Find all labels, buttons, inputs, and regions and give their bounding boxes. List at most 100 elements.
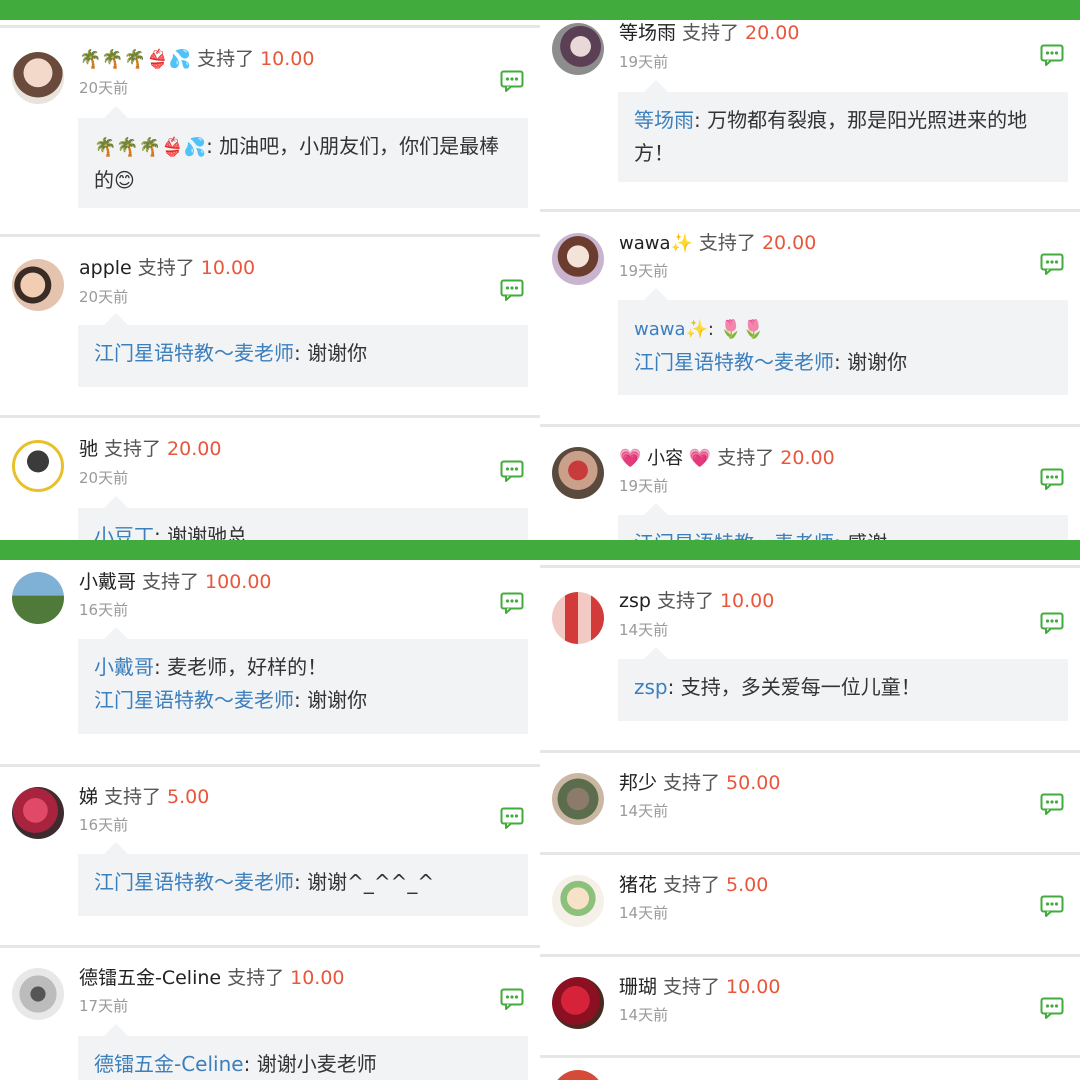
timestamp: 19天前 bbox=[619, 477, 669, 495]
message-user[interactable]: 小戴哥 bbox=[94, 655, 154, 679]
comment-bubble: zsp: 支持，多关爱每一位儿童！ bbox=[618, 647, 1068, 721]
supported-label: 支持了 bbox=[698, 232, 756, 254]
timestamp: 14天前 bbox=[619, 904, 669, 922]
timestamp: 20天前 bbox=[79, 79, 129, 97]
supported-label: 支持了 bbox=[682, 22, 740, 44]
message-user[interactable]: 🌴🌴🌴👙💦 bbox=[94, 137, 206, 158]
amount: 20.00 bbox=[780, 447, 835, 469]
supported-label: 支持了 bbox=[663, 976, 721, 998]
comment-card: apple 支持了 10.00 20天前 江门星语特教～麦老师: 谢谢你 bbox=[0, 237, 540, 415]
user-name[interactable]: zsp bbox=[619, 590, 651, 612]
green-top-bar bbox=[0, 540, 540, 560]
comment-icon[interactable] bbox=[1040, 253, 1064, 275]
comment-bubble: 德镭五金-Celine: 谢谢小麦老师 bbox=[78, 1024, 528, 1080]
comment-icon[interactable] bbox=[500, 70, 524, 92]
timestamp: 20天前 bbox=[79, 469, 129, 487]
avatar[interactable] bbox=[552, 1070, 604, 1080]
message-text: : 支持，多关爱每一位儿童！ bbox=[667, 675, 921, 699]
message-user[interactable]: 等场雨 bbox=[634, 108, 694, 132]
timestamp: 16天前 bbox=[79, 601, 129, 619]
comment-icon[interactable] bbox=[500, 988, 524, 1010]
avatar[interactable] bbox=[12, 52, 64, 104]
user-name[interactable]: 🌴🌴🌴👙💦 bbox=[79, 49, 191, 70]
message-text: : 谢谢小麦老师 bbox=[243, 1052, 377, 1076]
avatar[interactable] bbox=[552, 592, 604, 644]
supported-label: 支持了 bbox=[104, 786, 162, 808]
reply-user[interactable]: 江门星语特教～麦老师 bbox=[94, 870, 294, 894]
supported-label: 支持了 bbox=[663, 772, 721, 794]
user-name[interactable]: 娣 bbox=[79, 786, 98, 808]
timestamp: 14天前 bbox=[619, 1006, 669, 1024]
comment-card: 娣支持了 5.00 16天前 江门星语特教～麦老师: 谢谢^_^^_^ bbox=[0, 767, 540, 945]
user-name[interactable]: 小戴哥 bbox=[79, 571, 136, 593]
comment-icon[interactable] bbox=[500, 460, 524, 482]
green-top-bar bbox=[540, 0, 1080, 20]
reply-user[interactable]: 小豆丁 bbox=[94, 524, 154, 540]
reply-user[interactable]: 江门星语特教～麦老师 bbox=[634, 350, 834, 374]
comment-icon[interactable] bbox=[1040, 997, 1064, 1019]
message-user[interactable]: 德镭五金-Celine bbox=[94, 1052, 244, 1076]
comment-icon[interactable] bbox=[1040, 793, 1064, 815]
comment-card: 小戴哥 支持了 100.00 16天前 小戴哥: 麦老师，好样的！ 江门星语特教～麦… bbox=[0, 560, 540, 764]
comment-icon[interactable] bbox=[1040, 612, 1064, 634]
comment-card: 🌴🌴🌴👙💦 支持了 10.00 20天前 🌴🌴🌴👙💦: 加油吧，小朋友们，你们是最棒… bbox=[0, 28, 540, 234]
avatar[interactable] bbox=[12, 259, 64, 311]
green-top-bar bbox=[0, 0, 540, 20]
comment-icon[interactable] bbox=[1040, 895, 1064, 917]
timestamp: 20天前 bbox=[79, 288, 129, 306]
divider bbox=[540, 1055, 1080, 1058]
panel-bottom-left: 小戴哥 支持了 100.00 16天前 小戴哥: 麦老师，好样的！ 江门星语特教～麦… bbox=[0, 540, 540, 1080]
timestamp: 17天前 bbox=[79, 997, 129, 1015]
panel-bottom-right: zsp 支持了 10.00 14天前 zsp: 支持，多关爱每一位儿童！ 邦少 支持了… bbox=[540, 540, 1080, 1080]
comment-bubble: 🌴🌴🌴👙💦: 加油吧，小朋友们，你们是最棒的😊 bbox=[78, 106, 528, 208]
amount: 5.00 bbox=[167, 786, 210, 808]
avatar[interactable] bbox=[12, 440, 64, 492]
avatar[interactable] bbox=[552, 977, 604, 1029]
supported-label: 支持了 bbox=[137, 257, 195, 279]
timestamp: 14天前 bbox=[619, 621, 669, 639]
user-name[interactable]: 邦少 bbox=[619, 772, 657, 794]
reply-text: : 感谢 bbox=[834, 531, 887, 540]
user-name[interactable]: 珊瑚 bbox=[619, 976, 657, 998]
comment-icon[interactable] bbox=[1040, 44, 1064, 66]
reply-text: : 谢谢你 bbox=[294, 688, 368, 712]
amount: 5.00 bbox=[726, 874, 769, 896]
user-name[interactable]: 💗 小容 💗 bbox=[619, 448, 711, 469]
amount: 20.00 bbox=[167, 438, 222, 460]
message-user[interactable]: zsp bbox=[634, 675, 668, 699]
comment-card: wawa✨ 支持了 20.00 19天前 wawa✨: 🌷🌷 江门星语特教～麦老师:… bbox=[540, 212, 1080, 424]
comment-icon[interactable] bbox=[500, 807, 524, 829]
user-name[interactable]: 猪花 bbox=[619, 874, 657, 896]
avatar[interactable] bbox=[12, 572, 64, 624]
user-name[interactable]: 德镭五金-Celine bbox=[79, 967, 221, 989]
timestamp: 16天前 bbox=[79, 816, 129, 834]
comment-icon[interactable] bbox=[500, 279, 524, 301]
message-text: : 🌷🌷 bbox=[707, 319, 765, 340]
reply-user[interactable]: 江门星语特教～麦老师 bbox=[94, 688, 294, 712]
user-name[interactable]: apple bbox=[79, 257, 132, 279]
avatar[interactable] bbox=[12, 968, 64, 1020]
avatar[interactable] bbox=[552, 773, 604, 825]
amount: 10.00 bbox=[726, 976, 781, 998]
comment-icon[interactable] bbox=[1040, 468, 1064, 490]
reply-bubble: 江门星语特教～麦老师: 谢谢你 bbox=[78, 313, 528, 387]
reply-bubble: 江门星语特教～麦老师: 感谢 bbox=[618, 503, 1068, 540]
reply-user[interactable]: 江门星语特教～麦老师 bbox=[94, 341, 294, 365]
comment-bubble: 小戴哥: 麦老师，好样的！ 江门星语特教～麦老师: 谢谢你 bbox=[78, 627, 528, 734]
supported-label: 支持了 bbox=[142, 571, 200, 593]
avatar[interactable] bbox=[12, 787, 64, 839]
reply-user[interactable]: 江门星语特教～麦老师 bbox=[634, 531, 834, 540]
comment-card: zsp 支持了 10.00 14天前 zsp: 支持，多关爱每一位儿童！ bbox=[540, 568, 1080, 750]
avatar[interactable] bbox=[552, 233, 604, 285]
user-name[interactable]: wawa✨ bbox=[619, 233, 693, 254]
comment-icon[interactable] bbox=[500, 592, 524, 614]
avatar[interactable] bbox=[552, 23, 604, 75]
user-name[interactable]: 驰 bbox=[79, 438, 98, 460]
amount: 10.00 bbox=[200, 257, 256, 279]
supported-label: 支持了 bbox=[104, 438, 162, 460]
message-text: : 麦老师，好样的！ bbox=[154, 655, 328, 679]
avatar[interactable] bbox=[552, 447, 604, 499]
user-name[interactable]: 等场雨 bbox=[619, 22, 676, 44]
avatar[interactable] bbox=[552, 875, 604, 927]
message-user[interactable]: wawa✨ bbox=[634, 319, 708, 340]
